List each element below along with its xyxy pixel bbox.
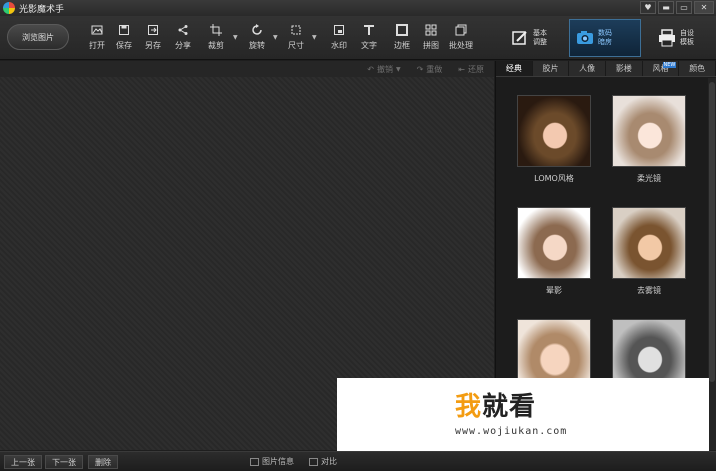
save-as-icon: [145, 22, 161, 38]
share-button[interactable]: 分享: [170, 22, 196, 54]
rotate-button[interactable]: 旋转: [244, 22, 270, 54]
browse-images-button[interactable]: 浏览图片: [7, 24, 69, 50]
save-button[interactable]: 保存: [111, 22, 137, 54]
previous-image-button[interactable]: 上一张: [4, 455, 42, 469]
app-title: 光影魔术手: [19, 4, 65, 15]
restore-icon: ⇤: [458, 64, 465, 74]
undo-dropdown-caret-icon[interactable]: ▼: [396, 66, 401, 73]
effect-thumb-lomo[interactable]: [517, 95, 591, 167]
app-logo-icon: [3, 2, 15, 14]
border-button[interactable]: 边框: [389, 22, 415, 54]
scrollbar-thumb[interactable]: [709, 82, 715, 382]
portrait-thumbnail: [613, 208, 685, 278]
history-bar: ↶ 撤销 ▼ ↷ 重做 ⇤ 还原: [0, 61, 494, 77]
text-icon: [361, 22, 377, 38]
portrait-thumbnail: [518, 96, 590, 166]
portrait-thumbnail: [518, 208, 590, 278]
window-controls: ♥ ▬ ▭ ✕: [640, 1, 714, 14]
adjust-icon: [511, 29, 529, 47]
watermark-title: 我就看: [455, 392, 537, 422]
open-image-icon: [89, 22, 105, 38]
tab-studio[interactable]: 影楼: [606, 61, 643, 76]
site-watermark: 我就看 www.wojiukan.com: [337, 378, 709, 451]
crop-button[interactable]: 裁剪: [203, 22, 229, 54]
border-icon: [394, 22, 410, 38]
crop-icon: [208, 22, 224, 38]
next-image-button[interactable]: 下一张: [45, 455, 83, 469]
effect-thumb-dehaze[interactable]: [612, 207, 686, 279]
digital-darkroom-button[interactable]: 数码暗房: [569, 19, 641, 57]
collage-icon: [423, 22, 439, 38]
tab-film[interactable]: 胶片: [533, 61, 570, 76]
restore-button[interactable]: ⇤ 还原: [458, 64, 484, 75]
compare-icon: [309, 457, 318, 466]
compare-button[interactable]: 对比: [309, 456, 337, 467]
effect-label-vignette: 晕影: [546, 286, 562, 295]
portrait-thumbnail: [613, 96, 685, 166]
effect-label-soft: 柔光镜: [637, 174, 661, 183]
title-bar: 光影魔术手 ♥ ▬ ▭ ✕: [0, 0, 716, 16]
info-icon: [250, 457, 259, 466]
main-toolbar: 浏览图片 打开 保存 另存 分享 裁剪 ▼ 旋转 ▼ 尺寸 ▼ 水印 文字 边框: [0, 16, 716, 60]
rotate-icon: [249, 22, 265, 38]
maximize-button[interactable]: ▭: [676, 1, 692, 14]
tab-color[interactable]: 颜色: [679, 61, 716, 76]
resize-dropdown-caret-icon[interactable]: ▼: [312, 34, 318, 41]
undo-icon: ↶: [367, 64, 374, 74]
save-icon: [116, 22, 132, 38]
tab-classic[interactable]: 经典: [496, 61, 533, 76]
tab-style[interactable]: 风格 NEW: [643, 61, 680, 76]
effects-scrollbar[interactable]: [708, 78, 716, 450]
share-icon: [175, 22, 191, 38]
effect-thumb-vignette[interactable]: [517, 207, 591, 279]
effect-label-dehaze: 去雾镜: [637, 286, 661, 295]
watermark-url: www.wojiukan.com: [455, 426, 568, 437]
effect-thumb-soft[interactable]: [612, 95, 686, 167]
rotate-dropdown-caret-icon[interactable]: ▼: [273, 34, 279, 41]
redo-button[interactable]: ↷ 重做: [417, 64, 443, 75]
tab-portrait[interactable]: 人像: [569, 61, 607, 76]
status-bar: 上一张 下一张 删除 图片信息 对比: [0, 451, 716, 471]
watermark-icon: [331, 22, 347, 38]
printer-icon: [658, 29, 676, 47]
basic-adjust-button[interactable]: 基本调整: [505, 19, 559, 57]
batch-icon: [453, 22, 469, 38]
effects-tabs: 经典 胶片 人像 影楼 风格 NEW 颜色: [496, 61, 716, 77]
batch-button[interactable]: 批处理: [448, 22, 474, 54]
custom-template-button[interactable]: 自设模板: [652, 19, 706, 57]
delete-button[interactable]: 删除: [88, 455, 118, 469]
undo-button[interactable]: ↶ 撤销 ▼: [367, 64, 400, 75]
resize-button[interactable]: 尺寸: [283, 22, 309, 54]
collage-button[interactable]: 拼图: [418, 22, 444, 54]
watermark-button[interactable]: 水印: [326, 22, 352, 54]
text-button[interactable]: 文字: [356, 22, 382, 54]
camera-icon: [576, 29, 594, 47]
effect-label-lomo: LOMO风格: [534, 174, 574, 183]
resize-icon: [288, 22, 304, 38]
save-as-button[interactable]: 另存: [140, 22, 166, 54]
minimize-button[interactable]: ▬: [658, 1, 674, 14]
close-button[interactable]: ✕: [694, 1, 714, 14]
menu-heart-button[interactable]: ♥: [640, 1, 656, 14]
new-badge: NEW: [662, 62, 677, 68]
image-info-button[interactable]: 图片信息: [250, 456, 294, 467]
crop-dropdown-caret-icon[interactable]: ▼: [233, 34, 239, 41]
redo-icon: ↷: [416, 64, 424, 74]
open-button[interactable]: 打开: [84, 22, 110, 54]
